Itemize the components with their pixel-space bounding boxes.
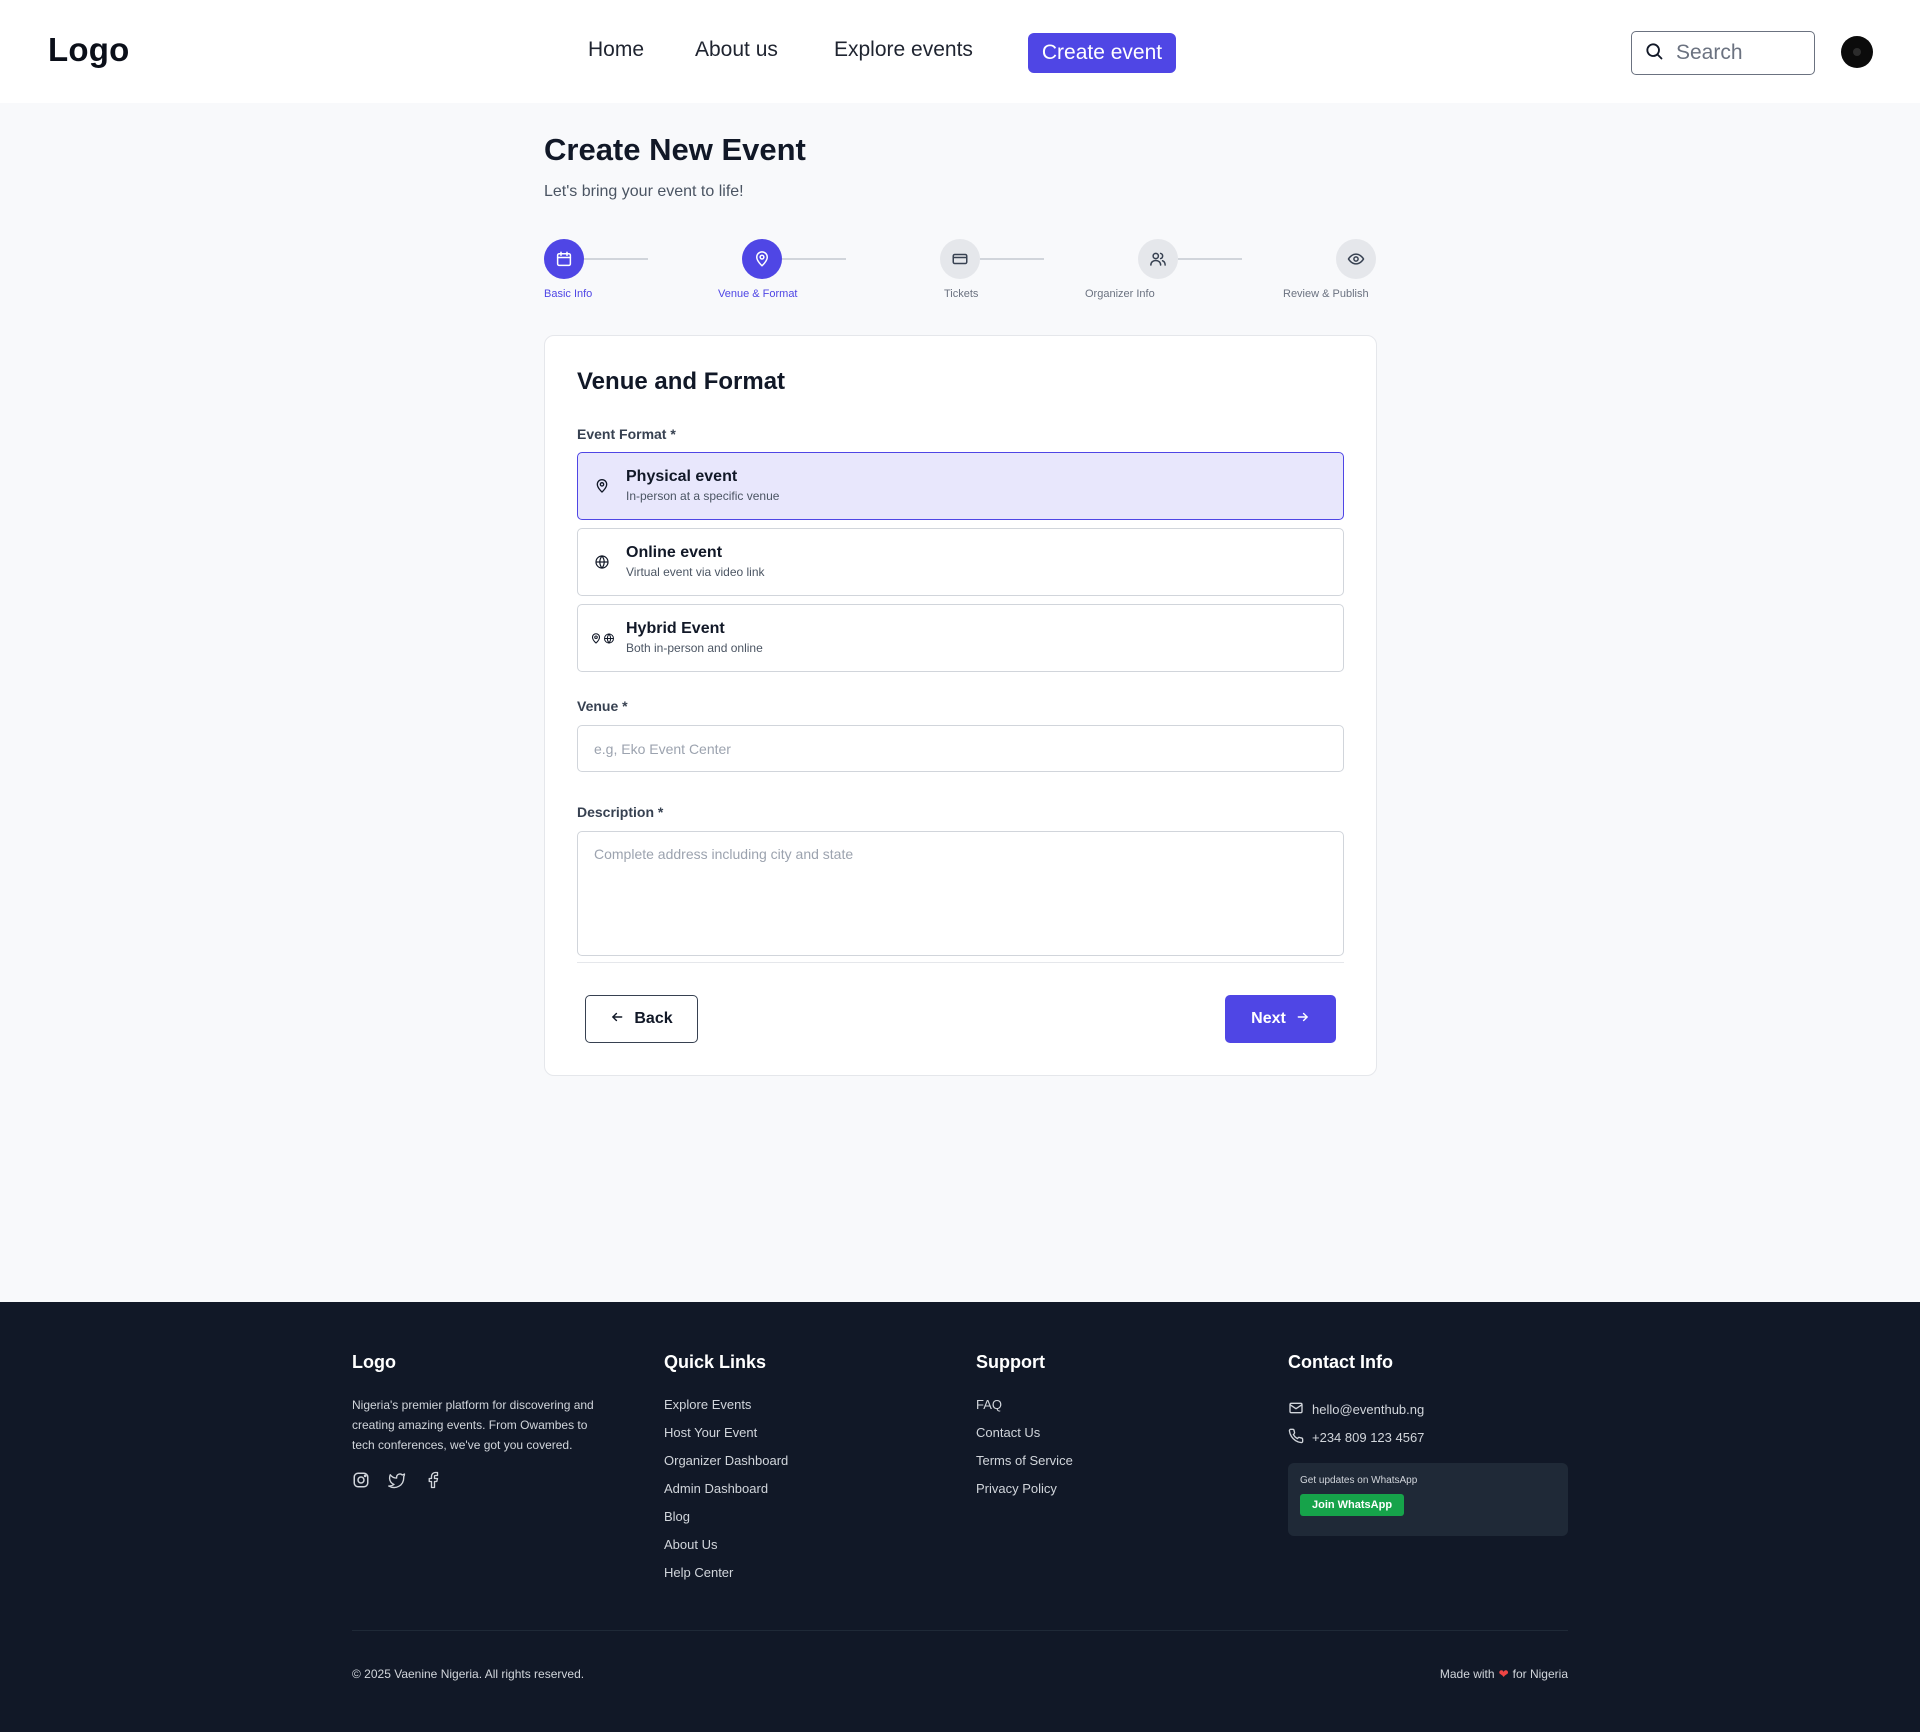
option-description: Both in-person and online: [626, 641, 763, 655]
option-title: Physical event: [626, 468, 738, 485]
join-whatsapp-button[interactable]: Join WhatsApp: [1300, 1494, 1405, 1516]
site-footer: Logo Nigeria's premier platform for disc…: [0, 1302, 1920, 1732]
contact-phone[interactable]: +234 809 123 4567: [1288, 1423, 1568, 1451]
venue-format-card: Venue and Format Event Format * Physical…: [544, 335, 1377, 1076]
footer-divider: [352, 1630, 1568, 1631]
step-review-publish[interactable]: [1336, 239, 1376, 279]
divider: [577, 962, 1344, 963]
made-with-suffix: for Nigeria: [1512, 1667, 1568, 1681]
option-online-event[interactable]: Online event Virtual event via video lin…: [577, 528, 1344, 596]
nav-explore-events[interactable]: Explore events: [834, 38, 973, 62]
facebook-icon[interactable]: [424, 1471, 442, 1494]
footer-about: Logo Nigeria's premier platform for disc…: [352, 1352, 612, 1494]
whatsapp-text: Get updates on WhatsApp: [1300, 1475, 1418, 1486]
step-organizer-info[interactable]: [1138, 239, 1178, 279]
phone-icon: [1288, 1428, 1304, 1447]
contact-email-text: hello@eventhub.ng: [1312, 1401, 1425, 1417]
twitter-icon[interactable]: [388, 1471, 406, 1494]
contact-phone-text: +234 809 123 4567: [1312, 1429, 1425, 1445]
arrow-right-icon: [1296, 1010, 1310, 1029]
venue-label: Venue *: [577, 698, 628, 714]
step-label-organizer-info: Organizer Info: [1085, 288, 1155, 300]
option-title: Hybrid Event: [626, 620, 725, 637]
step-basic-info[interactable]: [544, 239, 584, 279]
footer-link[interactable]: Blog: [664, 1507, 788, 1535]
logo[interactable]: Logo: [48, 31, 129, 69]
copyright: © 2025 Vaenine Nigeria. All rights reser…: [352, 1667, 585, 1681]
contact-title: Contact Info: [1288, 1352, 1393, 1372]
map-pin-icon: [594, 477, 610, 495]
footer-link[interactable]: Help Center: [664, 1563, 788, 1591]
contact-email[interactable]: hello@eventhub.ng: [1288, 1395, 1568, 1423]
social-links: [352, 1471, 612, 1494]
map-pin-globe-icon: [590, 629, 615, 647]
page-title: Create New Event: [544, 132, 806, 167]
next-button-label: Next: [1251, 1010, 1286, 1027]
stepper-connector: [980, 258, 1044, 260]
create-event-button[interactable]: Create event: [1028, 33, 1176, 73]
quick-links-title: Quick Links: [664, 1352, 767, 1372]
ticket-icon: [940, 239, 980, 279]
step-venue-format[interactable]: [742, 239, 782, 279]
footer-link[interactable]: About Us: [664, 1535, 788, 1563]
description-label: Description *: [577, 804, 664, 820]
footer-link[interactable]: Explore Events: [664, 1395, 788, 1423]
search-input[interactable]: [1676, 41, 1806, 65]
instagram-icon[interactable]: [352, 1471, 370, 1494]
globe-icon: [594, 553, 610, 571]
step-label-review-publish: Review & Publish: [1283, 288, 1369, 300]
venue-input[interactable]: [577, 725, 1344, 772]
event-format-label: Event Format *: [577, 426, 676, 442]
avatar[interactable]: [1841, 36, 1873, 68]
step-label-basic-info: Basic Info: [544, 288, 593, 300]
option-hybrid-event[interactable]: Hybrid Event Both in-person and online: [577, 604, 1344, 672]
eye-icon: [1336, 239, 1376, 279]
footer-about-text: Nigeria's premier platform for discoveri…: [352, 1398, 594, 1452]
map-pin-icon: [742, 239, 782, 279]
users-icon: [1138, 239, 1178, 279]
stepper-connector: [584, 258, 648, 260]
search-box[interactable]: [1631, 31, 1815, 75]
option-description: In-person at a specific venue: [626, 489, 780, 503]
footer-link[interactable]: Contact Us: [976, 1423, 1073, 1451]
whatsapp-box: Get updates on WhatsApp Join WhatsApp: [1288, 1463, 1568, 1536]
description-textarea[interactable]: [577, 831, 1344, 956]
footer-link[interactable]: Host Your Event: [664, 1423, 788, 1451]
footer-link[interactable]: Privacy Policy: [976, 1479, 1073, 1507]
footer-contact: Contact Info hello@eventhub.ng +234 809 …: [1288, 1352, 1568, 1536]
step-label-tickets: Tickets: [944, 288, 979, 300]
footer-support: Support FAQ Contact Us Terms of Service …: [976, 1352, 1073, 1507]
card-title: Venue and Format: [577, 368, 786, 395]
support-title: Support: [976, 1352, 1045, 1372]
footer-link[interactable]: Admin Dashboard: [664, 1479, 788, 1507]
back-button[interactable]: Back: [585, 995, 698, 1043]
next-button[interactable]: Next: [1225, 995, 1336, 1043]
option-description: Virtual event via video link: [626, 565, 765, 579]
stepper-connector: [1178, 258, 1242, 260]
step-tickets[interactable]: [940, 239, 980, 279]
arrow-left-icon: [610, 1010, 624, 1029]
mail-icon: [1288, 1400, 1304, 1419]
footer-link[interactable]: Terms of Service: [976, 1451, 1073, 1479]
heart-icon: ❤: [1498, 1667, 1509, 1681]
footer-quick-links: Quick Links Explore Events Host Your Eve…: [664, 1352, 788, 1591]
footer-link[interactable]: FAQ: [976, 1395, 1073, 1423]
stepper-connector: [782, 258, 846, 260]
page-subtitle: Let's bring your event to life!: [544, 183, 744, 200]
nav-home[interactable]: Home: [588, 38, 644, 62]
step-label-venue-format: Venue & Format: [718, 288, 798, 300]
footer-link[interactable]: Organizer Dashboard: [664, 1451, 788, 1479]
site-header: Logo Home About us Explore events Create…: [0, 0, 1920, 103]
footer-logo[interactable]: Logo: [352, 1352, 612, 1373]
option-title: Online event: [626, 544, 723, 561]
made-with-prefix: Made with: [1439, 1667, 1495, 1681]
option-physical-event[interactable]: Physical event In-person at a specific v…: [577, 452, 1344, 520]
search-icon: [1644, 41, 1664, 66]
made-with: Made with ❤ for Nigeria: [1440, 1667, 1568, 1681]
back-button-label: Back: [634, 1010, 673, 1027]
calendar-icon: [544, 239, 584, 279]
nav-about-us[interactable]: About us: [695, 38, 778, 62]
